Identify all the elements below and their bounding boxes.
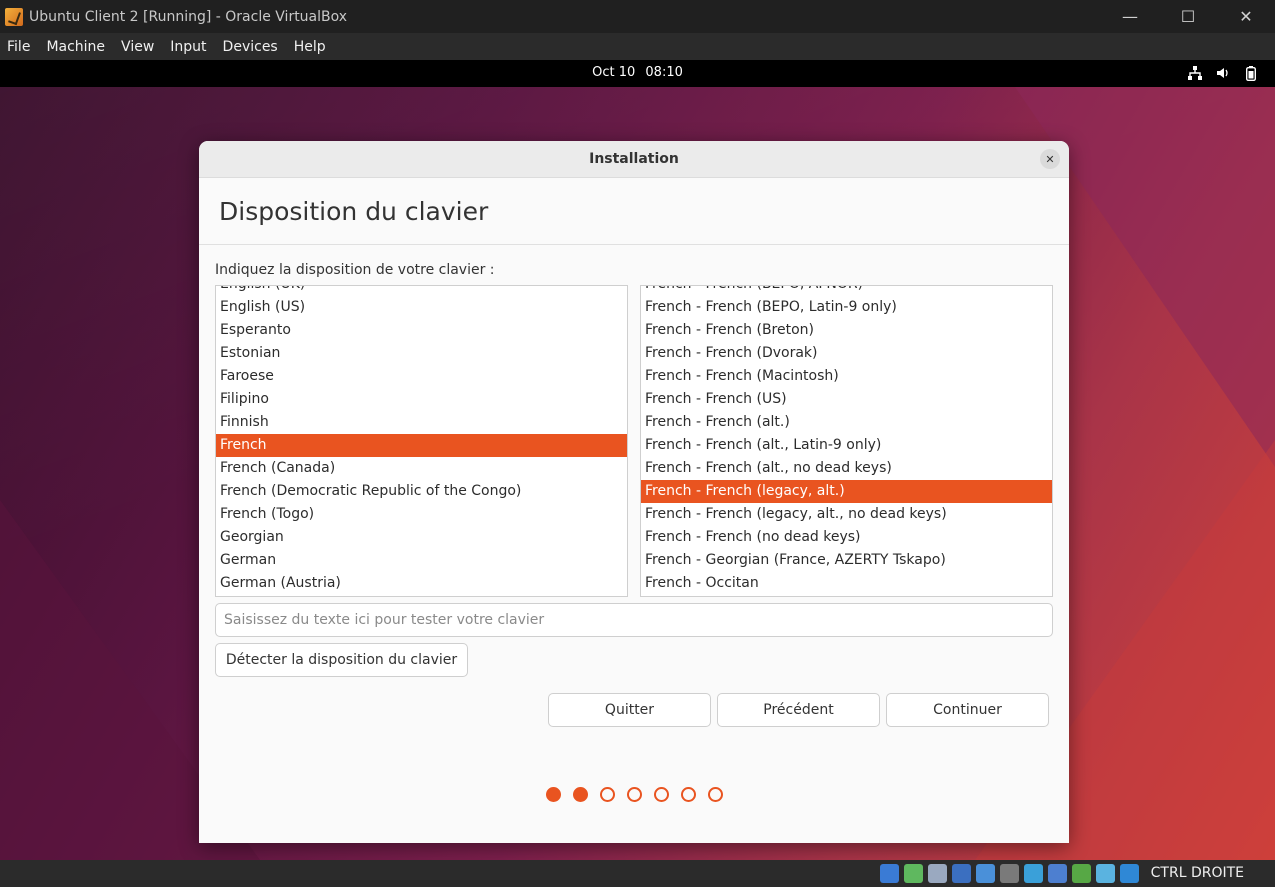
variant-list-item[interactable]: French - Occitan — [641, 572, 1052, 595]
clock[interactable]: Oct 10 08:10 — [0, 65, 1275, 80]
variant-list-item[interactable]: French - Georgian (France, AZERTY Tskapo… — [641, 549, 1052, 572]
window-controls: — ☐ ✕ — [1101, 0, 1275, 33]
variant-list-item[interactable]: French - French (no dead keys) — [641, 526, 1052, 549]
layout-list[interactable]: English (UK)English (US)EsperantoEstonia… — [215, 285, 628, 597]
help-icon[interactable] — [880, 864, 899, 883]
variant-list-item[interactable]: French - French (alt.) — [641, 411, 1052, 434]
layout-list-item[interactable]: Finnish — [216, 411, 627, 434]
status-icons — [880, 864, 1139, 883]
menu-machine[interactable]: Machine — [46, 39, 105, 55]
progress-step-dot — [653, 787, 669, 802]
layout-prompt: Indiquez la disposition de votre clavier… — [215, 262, 495, 278]
progress-steps — [199, 787, 1069, 802]
host-window-title: Ubuntu Client 2 [Running] - Oracle Virtu… — [29, 8, 348, 25]
guest-topbar: Oct 10 08:10 — [0, 60, 1275, 87]
variant-list-item[interactable]: French - French (legacy, alt., no dead k… — [641, 503, 1052, 526]
keyboard-capture-icon[interactable] — [1120, 864, 1139, 883]
variant-list-item[interactable]: French - French (US) — [641, 388, 1052, 411]
progress-step-dot — [626, 787, 642, 802]
usb-icon[interactable] — [976, 864, 995, 883]
host-statusbar: CTRL DROITE — [0, 860, 1275, 887]
layout-list-item[interactable]: Filipino — [216, 388, 627, 411]
close-icon[interactable]: ✕ — [1217, 0, 1275, 33]
clock-date: Oct 10 — [592, 65, 636, 80]
layout-list-item[interactable]: German — [216, 549, 627, 572]
host-menubar: File Machine View Input Devices Help — [0, 33, 1275, 60]
variant-list-item[interactable]: French - French (alt., no dead keys) — [641, 457, 1052, 480]
menu-file[interactable]: File — [7, 39, 30, 55]
layout-list-item[interactable]: French (Canada) — [216, 457, 627, 480]
layout-list-item[interactable]: French (Democratic Republic of the Congo… — [216, 480, 627, 503]
layout-list-item[interactable]: Esperanto — [216, 319, 627, 342]
progress-step-dot — [680, 787, 696, 802]
layout-list-item[interactable]: French (Togo) — [216, 503, 627, 526]
progress-step-dot — [599, 787, 615, 802]
storage-icon[interactable] — [1000, 864, 1019, 883]
progress-step-dot — [707, 787, 723, 802]
mouse-integration-icon[interactable] — [1096, 864, 1115, 883]
layout-list-item[interactable]: Estonian — [216, 342, 627, 365]
display-icon[interactable] — [1024, 864, 1043, 883]
variant-list-item[interactable]: French - French (legacy, alt.) — [641, 480, 1052, 503]
clock-time: 08:10 — [645, 65, 683, 80]
installer-dialog: Installation ✕ Disposition du clavier In… — [199, 141, 1069, 843]
menu-input[interactable]: Input — [170, 39, 206, 55]
detect-layout-button[interactable]: Détecter la disposition du clavier — [215, 643, 468, 677]
layout-list-item[interactable]: English (UK) — [216, 286, 627, 296]
page-title-area: Disposition du clavier — [199, 178, 1069, 245]
variant-list-item[interactable]: French - French (Macintosh) — [641, 365, 1052, 388]
variant-list-item[interactable]: French - French (Breton) — [641, 319, 1052, 342]
dialog-header: Installation ✕ — [199, 141, 1069, 178]
continue-button[interactable]: Continuer — [886, 693, 1049, 727]
layout-list-item[interactable]: Faroese — [216, 365, 627, 388]
variant-list-item[interactable]: French - French (Dvorak) — [641, 342, 1052, 365]
battery-icon[interactable] — [1243, 65, 1259, 81]
recording-icon[interactable] — [1048, 864, 1067, 883]
minimize-icon[interactable]: — — [1101, 0, 1159, 33]
menu-help[interactable]: Help — [294, 39, 326, 55]
optical-drive-icon[interactable] — [904, 864, 923, 883]
network-icon[interactable] — [1187, 65, 1203, 81]
system-tray[interactable] — [1187, 65, 1259, 81]
network-adapter-icon[interactable] — [1072, 864, 1091, 883]
previous-button[interactable]: Précédent — [717, 693, 880, 727]
keyboard-test-input[interactable] — [215, 603, 1053, 637]
variant-list-item[interactable]: French - French (BEPO, AFNOR) — [641, 286, 1052, 296]
maximize-icon[interactable]: ☐ — [1159, 0, 1217, 33]
menu-devices[interactable]: Devices — [223, 39, 278, 55]
layout-list-item[interactable]: Georgian — [216, 526, 627, 549]
variant-list-item[interactable]: French - French (BEPO, Latin-9 only) — [641, 296, 1052, 319]
host-key-label: CTRL DROITE — [1150, 865, 1244, 881]
host-titlebar: Ubuntu Client 2 [Running] - Oracle Virtu… — [0, 0, 1275, 33]
layout-list-item[interactable]: French — [216, 434, 627, 457]
layout-list-item[interactable]: German (Switzerland) — [216, 595, 627, 596]
progress-step-dot — [545, 787, 561, 802]
dialog-title: Installation — [589, 151, 679, 167]
menu-view[interactable]: View — [121, 39, 154, 55]
layout-list-item[interactable]: German (Austria) — [216, 572, 627, 595]
layout-list-item[interactable]: English (US) — [216, 296, 627, 319]
page-title: Disposition du clavier — [219, 197, 489, 226]
volume-icon[interactable] — [1215, 65, 1231, 81]
virtualbox-icon — [5, 7, 23, 26]
audio-icon[interactable] — [928, 864, 947, 883]
shared-folder-icon[interactable] — [952, 864, 971, 883]
variant-list[interactable]: French - French (BEPO, AFNOR)French - Fr… — [640, 285, 1053, 597]
progress-step-dot — [572, 787, 588, 802]
variant-list-item[interactable]: French - French (alt., Latin-9 only) — [641, 434, 1052, 457]
quit-button[interactable]: Quitter — [548, 693, 711, 727]
dialog-close-icon[interactable]: ✕ — [1040, 149, 1060, 169]
